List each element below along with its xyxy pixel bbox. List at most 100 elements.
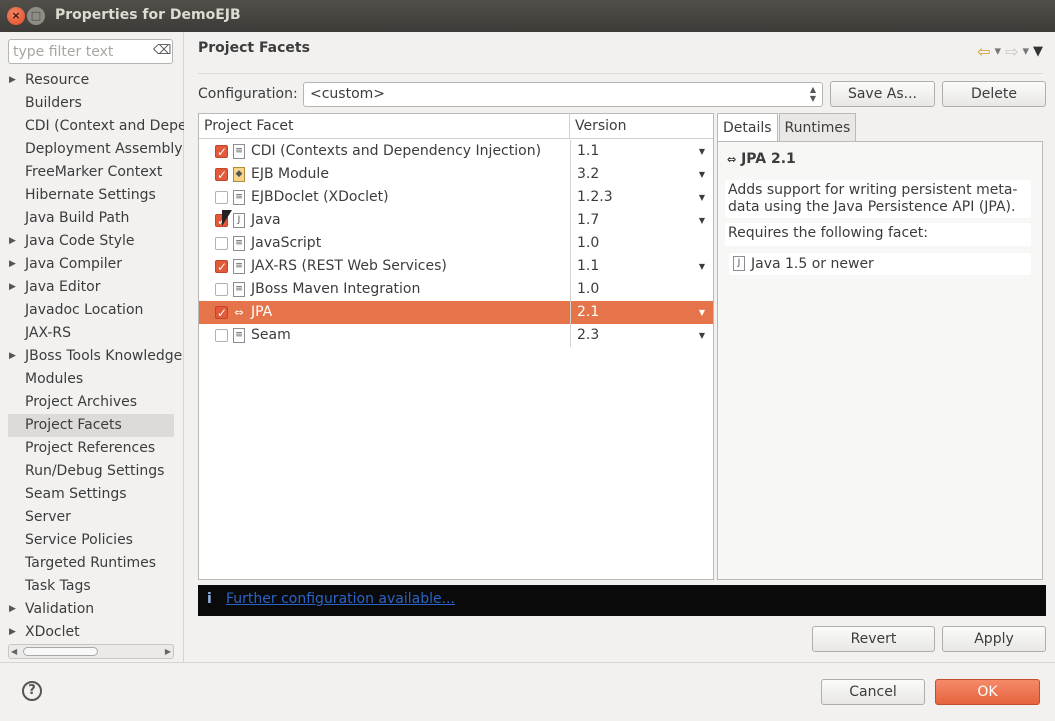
apply-button[interactable]: Apply xyxy=(942,626,1046,652)
expand-arrow-icon[interactable]: ▶ xyxy=(9,598,16,621)
delete-button[interactable]: Delete xyxy=(942,81,1046,107)
table-row[interactable]: J Java 1.7 ▼ xyxy=(199,209,713,233)
sidebar-item[interactable]: Seam Settings xyxy=(0,483,184,506)
sidebar-item[interactable]: ▶ Java Editor xyxy=(0,276,184,299)
version-dropdown-icon[interactable]: ▼ xyxy=(699,186,705,209)
sidebar-item[interactable]: ▶ Java Code Style xyxy=(0,230,184,253)
expand-arrow-icon[interactable]: ▶ xyxy=(9,621,16,644)
sidebar-item[interactable]: Project References xyxy=(0,437,184,460)
sidebar-item[interactable]: Server xyxy=(0,506,184,529)
sidebar-item[interactable]: ▶ Resource xyxy=(0,69,184,92)
scrollbar-thumb[interactable] xyxy=(23,647,98,656)
ok-button[interactable]: OK xyxy=(935,679,1040,705)
version-dropdown-icon[interactable]: ▼ xyxy=(699,301,705,324)
further-configuration-link[interactable]: Further configuration available... xyxy=(226,591,455,607)
version-cell[interactable]: 2.3 ▼ xyxy=(570,324,713,347)
sidebar-item[interactable]: JAX-RS xyxy=(0,322,184,345)
revert-button[interactable]: Revert xyxy=(812,626,935,652)
expand-arrow-icon[interactable]: ▶ xyxy=(9,276,16,299)
forward-arrow-icon[interactable]: ⇨ xyxy=(1005,42,1018,61)
sidebar-horizontal-scrollbar[interactable]: ◀ ▶ xyxy=(8,644,174,659)
facet-checkbox[interactable] xyxy=(215,302,228,325)
sidebar-item[interactable]: ▶ JBoss Tools Knowledge xyxy=(0,345,184,368)
expand-arrow-icon[interactable]: ▶ xyxy=(9,230,16,253)
sidebar-item[interactable]: Hibernate Settings xyxy=(0,184,184,207)
facet-checkbox[interactable] xyxy=(215,164,228,187)
sidebar-item[interactable]: FreeMarker Context xyxy=(0,161,184,184)
tab-details[interactable]: Details xyxy=(717,113,778,141)
sidebar-item-label: Validation xyxy=(25,601,95,617)
expand-arrow-icon[interactable]: ▶ xyxy=(9,345,16,368)
sidebar-item-label: JBoss Tools Knowledge xyxy=(25,348,183,364)
sidebar-item[interactable]: Javadoc Location xyxy=(0,299,184,322)
sidebar-item-label: Deployment Assembly xyxy=(25,141,183,157)
version-cell[interactable]: 1.2.3 ▼ xyxy=(570,186,713,209)
sidebar-item[interactable]: ▶ Java Compiler xyxy=(0,253,184,276)
table-row[interactable]: ⇔ JPA 2.1 ▼ xyxy=(199,301,713,325)
sidebar-item[interactable]: Deployment Assembly xyxy=(0,138,184,161)
version-dropdown-icon[interactable]: ▼ xyxy=(699,140,705,163)
detail-title: ⇔ JPA 2.1 xyxy=(727,151,796,167)
expand-arrow-icon[interactable]: ▶ xyxy=(9,253,16,276)
version-cell[interactable]: 1.7 ▼ xyxy=(570,209,713,232)
clear-filter-icon[interactable]: ⌫ xyxy=(153,43,171,59)
save-as-button[interactable]: Save As... xyxy=(830,81,935,107)
facet-checkbox[interactable] xyxy=(215,141,228,164)
configuration-select[interactable]: <custom> ▲ ▼ xyxy=(303,82,823,107)
sidebar-item[interactable]: Task Tags xyxy=(0,575,184,598)
sidebar-item[interactable]: ▶ Validation xyxy=(0,598,184,621)
table-row[interactable]: ≡ JavaScript 1.0 xyxy=(199,232,713,255)
scroll-left-icon[interactable]: ◀ xyxy=(11,645,17,658)
close-window-button[interactable]: × xyxy=(7,7,25,25)
version-dropdown-icon[interactable]: ▼ xyxy=(699,209,705,232)
sidebar-item-label: Modules xyxy=(25,371,84,387)
facet-checkbox[interactable] xyxy=(215,256,228,279)
table-row[interactable]: ≡ JAX-RS (REST Web Services) 1.1 ▼ xyxy=(199,255,713,279)
version-cell[interactable]: 1.0 xyxy=(570,232,713,255)
sidebar-item[interactable]: Builders xyxy=(0,92,184,115)
sidebar-item[interactable]: Service Policies xyxy=(0,529,184,552)
version-cell[interactable]: 1.1 ▼ xyxy=(570,140,713,163)
sidebar-item[interactable]: Targeted Runtimes xyxy=(0,552,184,575)
table-row[interactable]: ≡ EJBDoclet (XDoclet) 1.2.3 ▼ xyxy=(199,186,713,209)
facet-checkbox[interactable] xyxy=(215,329,228,342)
maximize-window-button[interactable]: □ xyxy=(27,7,45,25)
version-dropdown-icon[interactable]: ▼ xyxy=(699,255,705,278)
back-arrow-icon[interactable]: ⇦ xyxy=(977,42,990,61)
sidebar-item-label: Java Build Path xyxy=(25,210,130,226)
tab-runtimes[interactable]: Runtimes xyxy=(778,113,857,141)
sidebar-item[interactable]: Project Facets xyxy=(8,414,174,437)
view-menu-icon[interactable]: ▼ xyxy=(1033,44,1043,59)
facet-name: EJBDoclet (XDoclet) xyxy=(251,189,389,205)
sidebar-item[interactable]: Java Build Path xyxy=(0,207,184,230)
table-row[interactable]: ≡ Seam 2.3 ▼ xyxy=(199,324,713,347)
table-row[interactable]: ◆ EJB Module 3.2 ▼ xyxy=(199,163,713,187)
col-header-facet[interactable]: Project Facet xyxy=(199,114,570,139)
version-cell[interactable]: 1.1 ▼ xyxy=(570,255,713,278)
version-dropdown-icon[interactable]: ▼ xyxy=(699,324,705,347)
sidebar-item-label: Project Archives xyxy=(25,394,138,410)
table-row[interactable]: ≡ JBoss Maven Integration 1.0 xyxy=(199,278,713,301)
sidebar-item[interactable]: ▶ XDoclet xyxy=(0,621,184,644)
facet-checkbox[interactable] xyxy=(215,191,228,204)
col-header-version[interactable]: Version xyxy=(570,114,713,139)
cancel-button[interactable]: Cancel xyxy=(821,679,925,705)
forward-menu-chevron-icon[interactable]: ▾ xyxy=(1022,44,1029,59)
expand-arrow-icon[interactable]: ▶ xyxy=(9,69,16,92)
filter-input[interactable] xyxy=(9,40,149,63)
version-cell[interactable]: 2.1 ▼ xyxy=(570,301,713,324)
back-menu-chevron-icon[interactable]: ▾ xyxy=(995,44,1002,59)
file-icon: ≡ xyxy=(233,144,245,159)
sidebar-item[interactable]: Run/Debug Settings xyxy=(0,460,184,483)
scroll-right-icon[interactable]: ▶ xyxy=(165,645,171,658)
version-cell[interactable]: 1.0 xyxy=(570,278,713,301)
sidebar-item[interactable]: Project Archives xyxy=(0,391,184,414)
sidebar-item[interactable]: CDI (Context and Depe xyxy=(0,115,184,138)
sidebar-item[interactable]: Modules xyxy=(0,368,184,391)
facet-checkbox[interactable] xyxy=(215,283,228,296)
version-cell[interactable]: 3.2 ▼ xyxy=(570,163,713,186)
version-dropdown-icon[interactable]: ▼ xyxy=(699,163,705,186)
facet-checkbox[interactable] xyxy=(215,237,228,250)
help-icon[interactable]: ? xyxy=(22,681,42,701)
table-row[interactable]: ≡ CDI (Contexts and Dependency Injection)… xyxy=(199,140,713,164)
